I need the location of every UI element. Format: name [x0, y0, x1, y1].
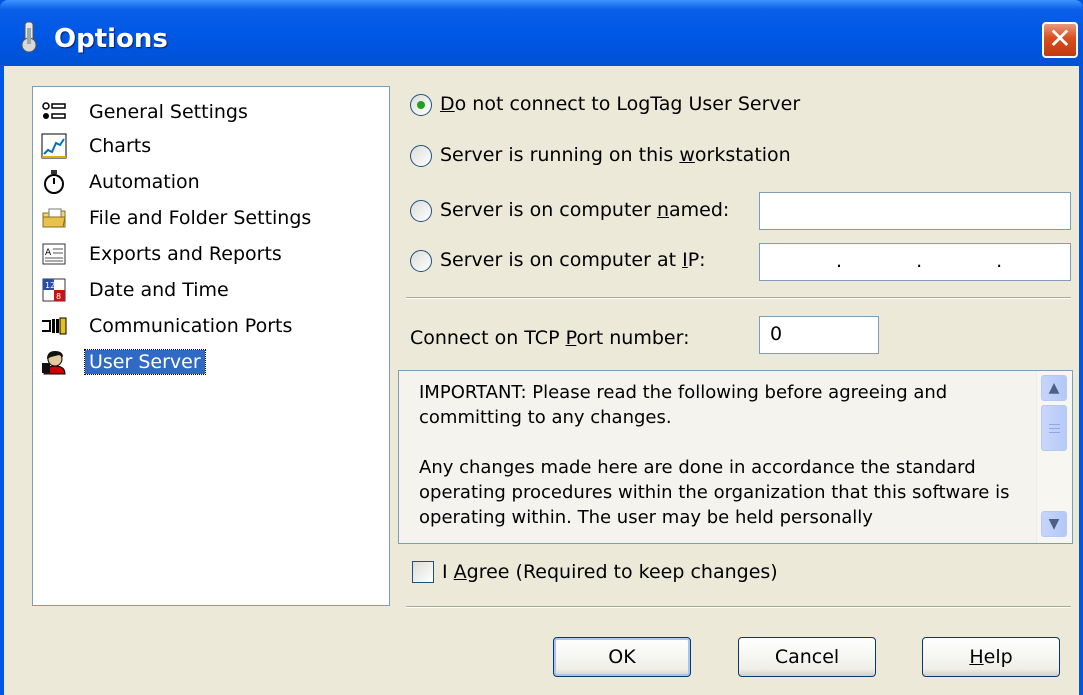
- computer-name-input[interactable]: [759, 192, 1071, 230]
- close-button[interactable]: ✕: [1042, 22, 1078, 58]
- user-server-icon: [42, 351, 66, 375]
- close-icon: ✕: [1048, 22, 1072, 55]
- radio-label: Server is on computer named:: [440, 199, 730, 221]
- stopwatch-icon: [44, 170, 64, 194]
- scroll-up-button[interactable]: ▲: [1041, 375, 1067, 401]
- help-button[interactable]: Help: [922, 637, 1060, 677]
- separator: [406, 606, 1071, 608]
- scroll-down-button[interactable]: ▼: [1041, 511, 1067, 537]
- tcp-port-input[interactable]: 0: [759, 316, 879, 354]
- agree-checkbox[interactable]: [412, 561, 434, 583]
- radio-button[interactable]: [410, 200, 432, 222]
- tree-item-label: Exports and Reports: [89, 243, 282, 265]
- important-notice-textbox[interactable]: IMPORTANT: Please read the following bef…: [398, 370, 1073, 544]
- window-border-right: [1079, 66, 1083, 695]
- svg-text:A: A: [45, 248, 52, 258]
- ports-icon: [42, 317, 67, 335]
- general-settings-icon: [42, 102, 66, 119]
- tree-item-label: User Server: [84, 349, 206, 375]
- svg-text:12: 12: [45, 281, 55, 290]
- vertical-scrollbar[interactable]: ▲ ▼: [1036, 371, 1072, 543]
- radio-label: Server is running on this workstation: [440, 144, 791, 166]
- radio-button[interactable]: [410, 250, 432, 272]
- separator: [406, 297, 1071, 299]
- ok-button[interactable]: OK: [553, 637, 691, 677]
- tree-item-label: Charts: [89, 135, 152, 157]
- tree-item-label: General Settings: [89, 101, 248, 123]
- chevron-down-icon: ▼: [1048, 516, 1060, 532]
- window-title: Options: [54, 24, 168, 54]
- tree-item-label: Date and Time: [89, 279, 229, 301]
- tree-item-label: Communication Ports: [89, 315, 293, 337]
- options-window: Options ✕ General Settings Charts Automa…: [0, 0, 1083, 695]
- radio-button-checked[interactable]: [410, 94, 432, 116]
- report-icon: A: [42, 243, 66, 265]
- tree-item-label: Automation: [89, 171, 200, 193]
- folder-icon: [42, 208, 66, 228]
- radio-button[interactable]: [410, 145, 432, 167]
- svg-text:8: 8: [56, 292, 61, 301]
- app-icon: [21, 21, 37, 53]
- category-tree[interactable]: General Settings Charts Automation File …: [32, 86, 390, 606]
- agree-label[interactable]: I Agree (Required to keep changes): [442, 561, 778, 583]
- notice-text: IMPORTANT: Please read the following bef…: [419, 382, 1010, 528]
- tree-item-label: File and Folder Settings: [89, 207, 312, 229]
- ip-address-input[interactable]: . . .: [759, 243, 1071, 281]
- scroll-thumb[interactable]: [1041, 405, 1067, 451]
- tcp-port-label: Connect on TCP Port number:: [410, 327, 690, 349]
- radio-label: Do not connect to LogTag User Server: [440, 93, 801, 115]
- calendar-icon: 12 8: [42, 278, 66, 302]
- chevron-up-icon: ▲: [1048, 380, 1060, 396]
- window-border-left: [0, 66, 4, 695]
- radio-label: Server is on computer at IP:: [440, 249, 706, 271]
- chart-icon: [41, 133, 67, 159]
- cancel-button[interactable]: Cancel: [738, 637, 876, 677]
